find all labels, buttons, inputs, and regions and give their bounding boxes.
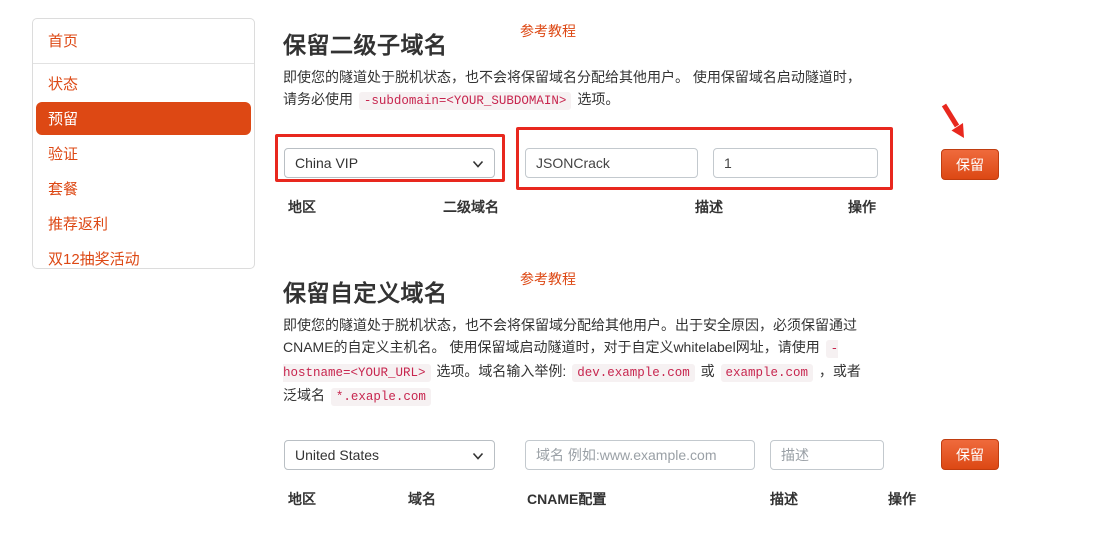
customdomain-region-select[interactable]: United States — [284, 440, 495, 470]
subdomain-description-input[interactable] — [713, 148, 878, 178]
sidebar-item-referral[interactable]: 推荐返利 — [33, 206, 254, 241]
column-label-cname: CNAME配置 — [527, 491, 607, 507]
customdomain-tutorial-link[interactable]: 参考教程 — [520, 269, 576, 289]
sidebar: 首页 状态 预留 验证 套餐 推荐返利 双12抽奖活动 — [32, 18, 255, 269]
customdomain-section-title: 保留自定义域名 — [283, 280, 448, 306]
subdomain-region-select[interactable]: China VIP — [284, 148, 495, 178]
subdomain-region-select-value: China VIP — [295, 155, 359, 171]
column-label-desc2: 描述 — [770, 491, 798, 507]
sidebar-item-status[interactable]: 状态 — [33, 66, 254, 101]
column-label-region: 地区 — [288, 199, 316, 215]
subdomain-section-title: 保留二级子域名 — [283, 32, 448, 58]
annotation-arrow-icon — [941, 103, 964, 138]
sidebar-item-reserved[interactable]: 预留 — [36, 102, 251, 135]
chevron-down-icon — [472, 155, 484, 171]
column-label-region2: 地区 — [288, 491, 316, 507]
column-label-action: 操作 — [848, 199, 876, 215]
column-label-subdomain: 二级域名 — [443, 199, 499, 215]
sidebar-item-home[interactable]: 首页 — [33, 19, 254, 64]
subdomain-name-input[interactable] — [525, 148, 698, 178]
column-label-desc: 描述 — [695, 199, 723, 215]
subdomain-tutorial-link[interactable]: 参考教程 — [520, 21, 576, 41]
customdomain-name-input[interactable] — [525, 440, 755, 470]
customdomain-description-input[interactable] — [770, 440, 884, 470]
sidebar-item-plans[interactable]: 套餐 — [33, 171, 254, 206]
chevron-down-icon — [472, 447, 484, 463]
sidebar-item-verify[interactable]: 验证 — [33, 136, 254, 171]
subdomain-description: 即使您的隧道处于脱机状态，也不会将保留域名分配给其他用户。 使用保留域名启动隧道… — [283, 69, 861, 110]
column-label-action2: 操作 — [888, 491, 916, 507]
column-label-domain: 域名 — [408, 491, 436, 507]
customdomain-description: 即使您的隧道处于脱机状态，也不会将保留域分配给其他用户。出于安全原因，必须保留通… — [283, 317, 861, 406]
customdomain-region-select-value: United States — [295, 447, 380, 463]
sidebar-item-lottery[interactable]: 双12抽奖活动 — [33, 241, 254, 276]
subdomain-keep-button[interactable]: 保留 — [941, 149, 999, 180]
customdomain-keep-button[interactable]: 保留 — [941, 439, 999, 470]
